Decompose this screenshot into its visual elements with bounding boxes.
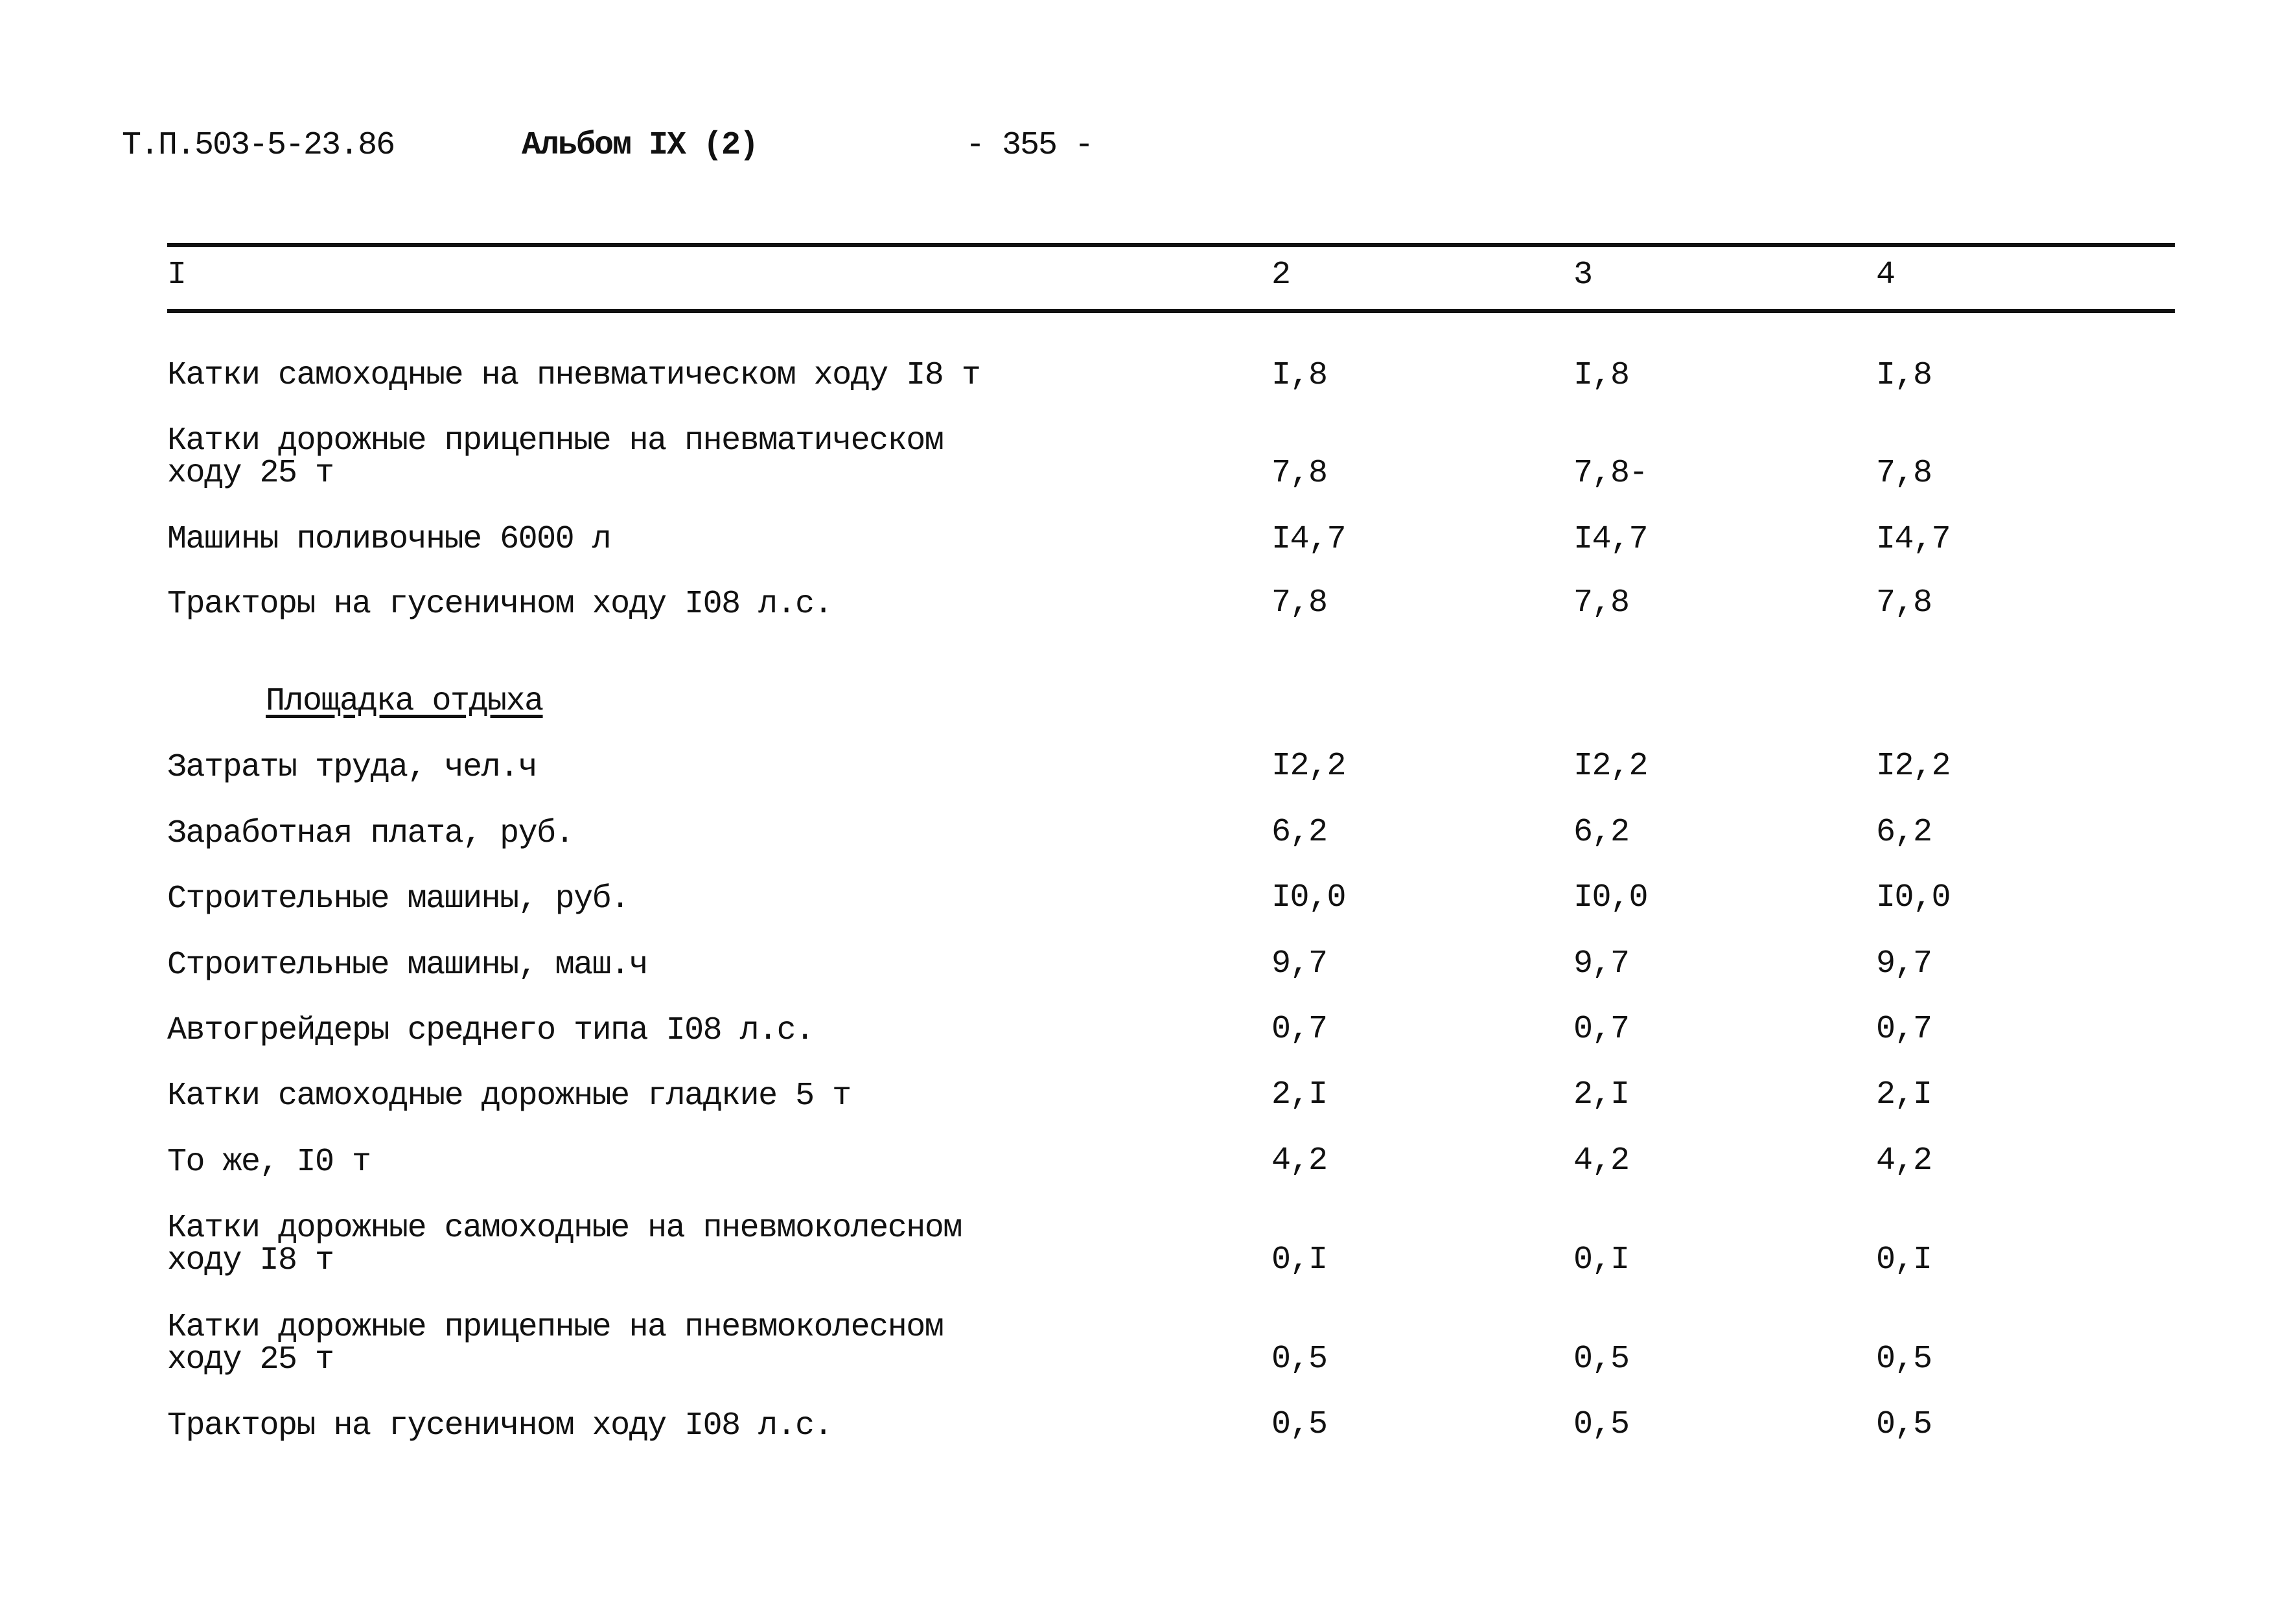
row-label: Катки самоходные дорожные гладкие 5 т [167,1078,852,1115]
row-value-col4: 6,2 [1876,814,1932,851]
row-value-col3: 0,7 [1573,1011,1630,1048]
row-label: Катки дорожные прицепные на пневмоколесн… [167,1309,944,1378]
row-label: Строительные машины, маш.ч [167,947,649,984]
row-label: Катки дорожные самоходные на пневмоколес… [167,1210,962,1279]
row-value-col4: 0,5 [1876,1341,1932,1378]
table-header-rule [167,309,2175,313]
row-value-col2: 0,5 [1271,1406,1328,1443]
row-value-col3: 0,5 [1573,1341,1630,1378]
row-value-col4: 0,5 [1876,1406,1932,1443]
row-value-col2: 9,7 [1271,945,1328,982]
row-value-col2: 7,8 [1271,584,1328,621]
row-label: Катки самоходные на пневматическом ходу … [167,357,981,394]
row-value-col3: I,8 [1573,357,1630,394]
row-value-col4: 0,I [1876,1242,1932,1278]
row-value-col2: 6,2 [1271,814,1328,851]
row-value-col4: I2,2 [1876,748,1951,785]
table-top-rule [167,243,2175,247]
row-value-col3: 9,7 [1573,945,1630,982]
row-value-col3: 4,2 [1573,1142,1630,1179]
row-value-col4: I0,0 [1876,879,1951,916]
row-value-col4: 7,8 [1876,455,1932,492]
row-label: Заработная плата, руб. [167,815,575,852]
row-value-col3: I0,0 [1573,879,1649,916]
row-value-col3: I2,2 [1573,748,1649,785]
row-value-col2: 7,8 [1271,455,1328,492]
column-header-2: 2 [1271,257,1291,294]
row-value-col4: I4,7 [1876,521,1951,558]
row-label: Автогрейдеры среднего типа I08 л.с. [167,1012,815,1049]
row-value-col3: 2,I [1573,1076,1630,1113]
row-label: Затраты труда, чел.ч [167,749,538,786]
row-value-col2: I0,0 [1271,879,1347,916]
column-header-4: 4 [1876,257,1896,294]
row-value-col4: 9,7 [1876,945,1932,982]
row-value-col2: 2,I [1271,1076,1328,1113]
row-label: Тракторы на гусеничном ходу I08 л.с. [167,1407,833,1444]
row-value-col4: 0,7 [1876,1011,1932,1048]
row-value-col2: I,8 [1271,357,1328,394]
row-value-col4: 2,I [1876,1076,1932,1113]
row-value-col2: 0,5 [1271,1341,1328,1378]
row-value-col4: 4,2 [1876,1142,1932,1179]
row-label: Тракторы на гусеничном ходу I08 л.с. [167,586,833,623]
row-label: Строительные машины, руб. [167,881,630,918]
album-label: Альбом IX (2) [522,127,759,164]
row-label: Катки дорожные прицепные на пневматическ… [167,422,944,492]
row-value-col2: I4,7 [1271,521,1347,558]
row-label: То же, I0 т [167,1144,371,1181]
row-value-col4: I,8 [1876,357,1932,394]
row-value-col3: 7,8- [1573,455,1649,492]
column-header-3: 3 [1573,257,1593,294]
row-value-col4: 7,8 [1876,584,1932,621]
column-header-1: I [167,257,187,294]
row-value-col3: 6,2 [1573,814,1630,851]
row-value-col3: 0,I [1573,1242,1630,1278]
section-title: Площадка отдыха [266,683,544,720]
row-label: Машины поливочные 6000 л [167,521,612,558]
row-value-col3: 7,8 [1573,584,1630,621]
row-value-col3: 0,5 [1573,1406,1630,1443]
row-value-col3: I4,7 [1573,521,1649,558]
row-value-col2: 0,7 [1271,1011,1328,1048]
document-code: Т.П.503-5-23.86 [122,127,395,164]
page-number: - 355 - [966,127,1094,164]
row-value-col2: I2,2 [1271,748,1347,785]
row-value-col2: 4,2 [1271,1142,1328,1179]
row-value-col2: 0,I [1271,1242,1328,1278]
